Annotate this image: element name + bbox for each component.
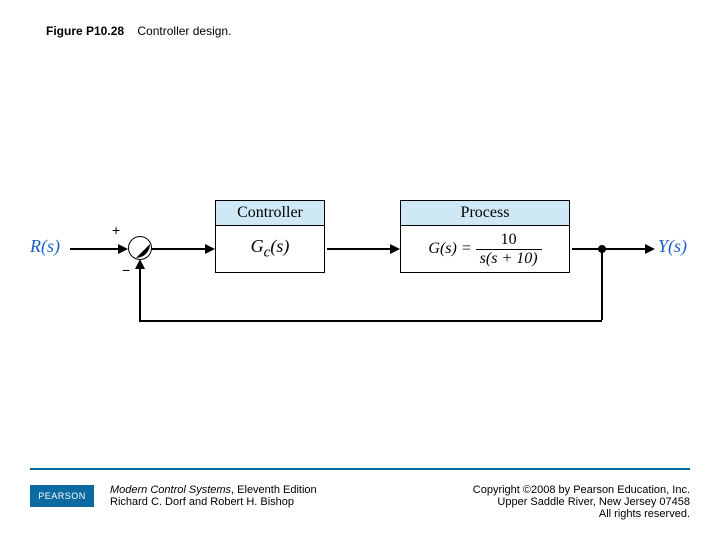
page: Figure P10.28 Controller design. R(s) + … bbox=[0, 0, 720, 540]
tf-numerator: 10 bbox=[476, 232, 542, 250]
footer: PEARSON Modern Control Systems, Eleventh… bbox=[30, 484, 690, 520]
copyright-line-2: Upper Saddle River, New Jersey 07458 bbox=[473, 496, 690, 508]
process-header: Process bbox=[400, 200, 570, 225]
summing-junction bbox=[128, 236, 152, 260]
arrowhead-icon bbox=[645, 244, 655, 254]
controller-tf: Gc(s) bbox=[215, 225, 325, 273]
arrowhead-icon bbox=[118, 244, 128, 254]
footer-divider bbox=[30, 468, 690, 470]
wire-feedback-down bbox=[601, 248, 603, 320]
block-diagram: R(s) + − Controller Gc(s) Process G(s) = bbox=[30, 200, 690, 360]
copyright-line-3: All rights reserved. bbox=[473, 508, 690, 520]
minus-sign: − bbox=[122, 262, 130, 278]
footer-left: PEARSON Modern Control Systems, Eleventh… bbox=[30, 484, 317, 508]
process-lhs: G(s) = bbox=[428, 240, 471, 258]
process-tf: G(s) = 10 s(s + 10) bbox=[400, 225, 570, 273]
arrowhead-icon bbox=[205, 244, 215, 254]
book-edition: , Eleventh Edition bbox=[231, 484, 317, 496]
process-block: Process G(s) = 10 s(s + 10) bbox=[400, 200, 570, 273]
tf-denominator: s(s + 10) bbox=[476, 250, 542, 267]
book-authors: Richard C. Dorf and Robert H. Bishop bbox=[110, 496, 317, 508]
wire-feedback-horizontal bbox=[139, 320, 602, 322]
arrowhead-icon bbox=[390, 244, 400, 254]
controller-header: Controller bbox=[215, 200, 325, 225]
controller-block: Controller Gc(s) bbox=[215, 200, 325, 273]
book-credit: Modern Control Systems, Eleventh Edition… bbox=[110, 484, 317, 508]
plus-sign: + bbox=[112, 222, 120, 238]
transfer-function-fraction: 10 s(s + 10) bbox=[476, 232, 542, 267]
footer-right: Copyright ©2008 by Pearson Education, In… bbox=[473, 484, 690, 520]
wire-process-to-output bbox=[572, 248, 647, 250]
wire-feedback-up bbox=[139, 268, 141, 321]
copyright-line-1: Copyright ©2008 by Pearson Education, In… bbox=[473, 484, 690, 496]
book-title: Modern Control Systems bbox=[110, 484, 231, 496]
output-signal-label: Y(s) bbox=[658, 236, 687, 257]
figure-title: Controller design. bbox=[137, 24, 231, 38]
pearson-logo: PEARSON bbox=[30, 485, 94, 507]
wire-sum-to-controller bbox=[152, 248, 207, 250]
input-signal-label: R(s) bbox=[30, 236, 60, 257]
wire-controller-to-process bbox=[327, 248, 392, 250]
figure-caption: Figure P10.28 Controller design. bbox=[46, 24, 231, 38]
arrowhead-icon bbox=[135, 259, 145, 269]
wire-input-to-sum bbox=[70, 248, 120, 250]
figure-number: Figure P10.28 bbox=[46, 24, 124, 38]
